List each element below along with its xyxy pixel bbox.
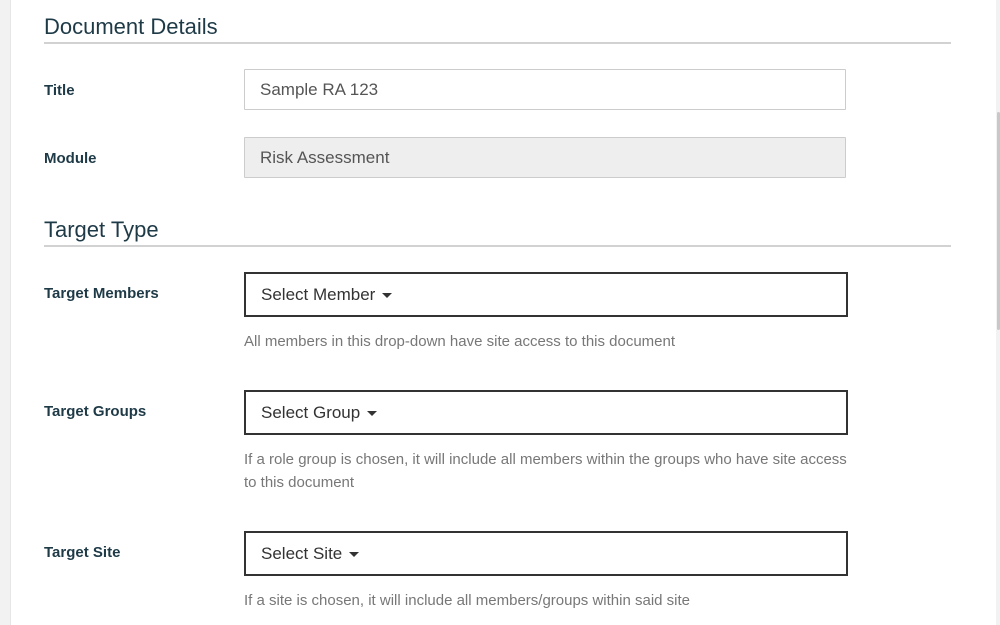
caret-down-icon [382, 293, 393, 298]
select-member-label: Select Member [261, 284, 376, 304]
target-site-help: If a site is chosen, it will include all… [244, 592, 691, 609]
target-type-heading: Target Type [44, 217, 951, 247]
title-input[interactable] [244, 69, 846, 110]
title-label: Title [44, 82, 75, 99]
caret-down-icon [349, 552, 360, 557]
select-group-dropdown[interactable]: Select Group [244, 390, 848, 435]
document-details-heading: Document Details [44, 14, 951, 44]
select-group-label: Select Group [261, 402, 361, 422]
select-member-dropdown[interactable]: Select Member [244, 272, 848, 317]
target-groups-help: If a role group is chosen, it will inclu… [244, 451, 847, 491]
select-site-dropdown[interactable]: Select Site [244, 531, 848, 576]
module-label: Module [44, 150, 97, 167]
module-input [244, 137, 846, 178]
target-groups-label: Target Groups [44, 403, 147, 420]
target-site-label: Target Site [44, 544, 121, 561]
target-members-help: All members in this drop-down have site … [244, 333, 676, 350]
caret-down-icon [367, 411, 378, 416]
target-members-label: Target Members [44, 285, 159, 302]
form-panel: Document Details Title Module Target Typ… [10, 0, 997, 625]
select-site-label: Select Site [261, 543, 343, 563]
